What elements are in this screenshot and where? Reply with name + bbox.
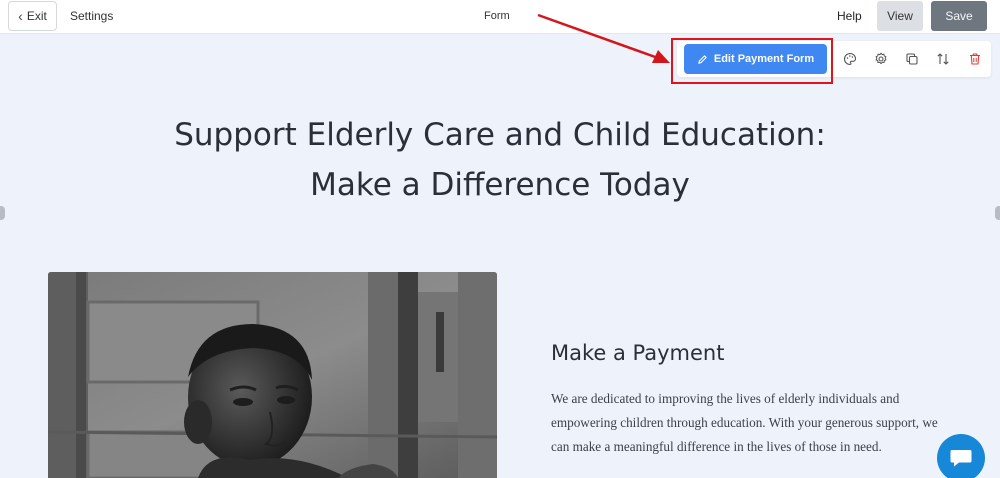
view-button[interactable]: View <box>877 1 923 31</box>
chevron-left-icon: ‹ <box>18 8 23 24</box>
payment-heading: Make a Payment <box>551 341 725 365</box>
page-title: Form <box>484 10 510 22</box>
gear-icon[interactable] <box>872 50 890 68</box>
page-headline: Support Elderly Care and Child Education… <box>100 110 900 210</box>
left-resize-handle[interactable] <box>0 206 5 220</box>
palette-icon[interactable] <box>841 50 859 68</box>
duplicate-icon[interactable] <box>903 50 921 68</box>
exit-button[interactable]: ‹ Exit <box>8 1 57 31</box>
chat-icon <box>950 450 972 467</box>
reorder-icon[interactable] <box>934 50 952 68</box>
highlight-box <box>671 38 833 84</box>
headline-line-1: Support Elderly Care and Child Education… <box>174 117 826 153</box>
exit-label: Exit <box>26 9 47 23</box>
annotation-arrow <box>537 13 670 63</box>
settings-link[interactable]: Settings <box>70 9 113 23</box>
save-button[interactable]: Save <box>931 1 987 31</box>
headline-line-2: Make a Difference Today <box>310 167 690 203</box>
top-bar: ‹ Exit Settings Form Help View Save <box>0 0 1000 34</box>
chat-button[interactable] <box>937 434 985 478</box>
payment-description: We are dedicated to improving the lives … <box>551 391 938 454</box>
trash-icon[interactable] <box>966 50 984 68</box>
right-resize-handle[interactable] <box>995 206 1000 220</box>
child-photo <box>48 272 497 478</box>
help-link[interactable]: Help <box>837 9 862 23</box>
